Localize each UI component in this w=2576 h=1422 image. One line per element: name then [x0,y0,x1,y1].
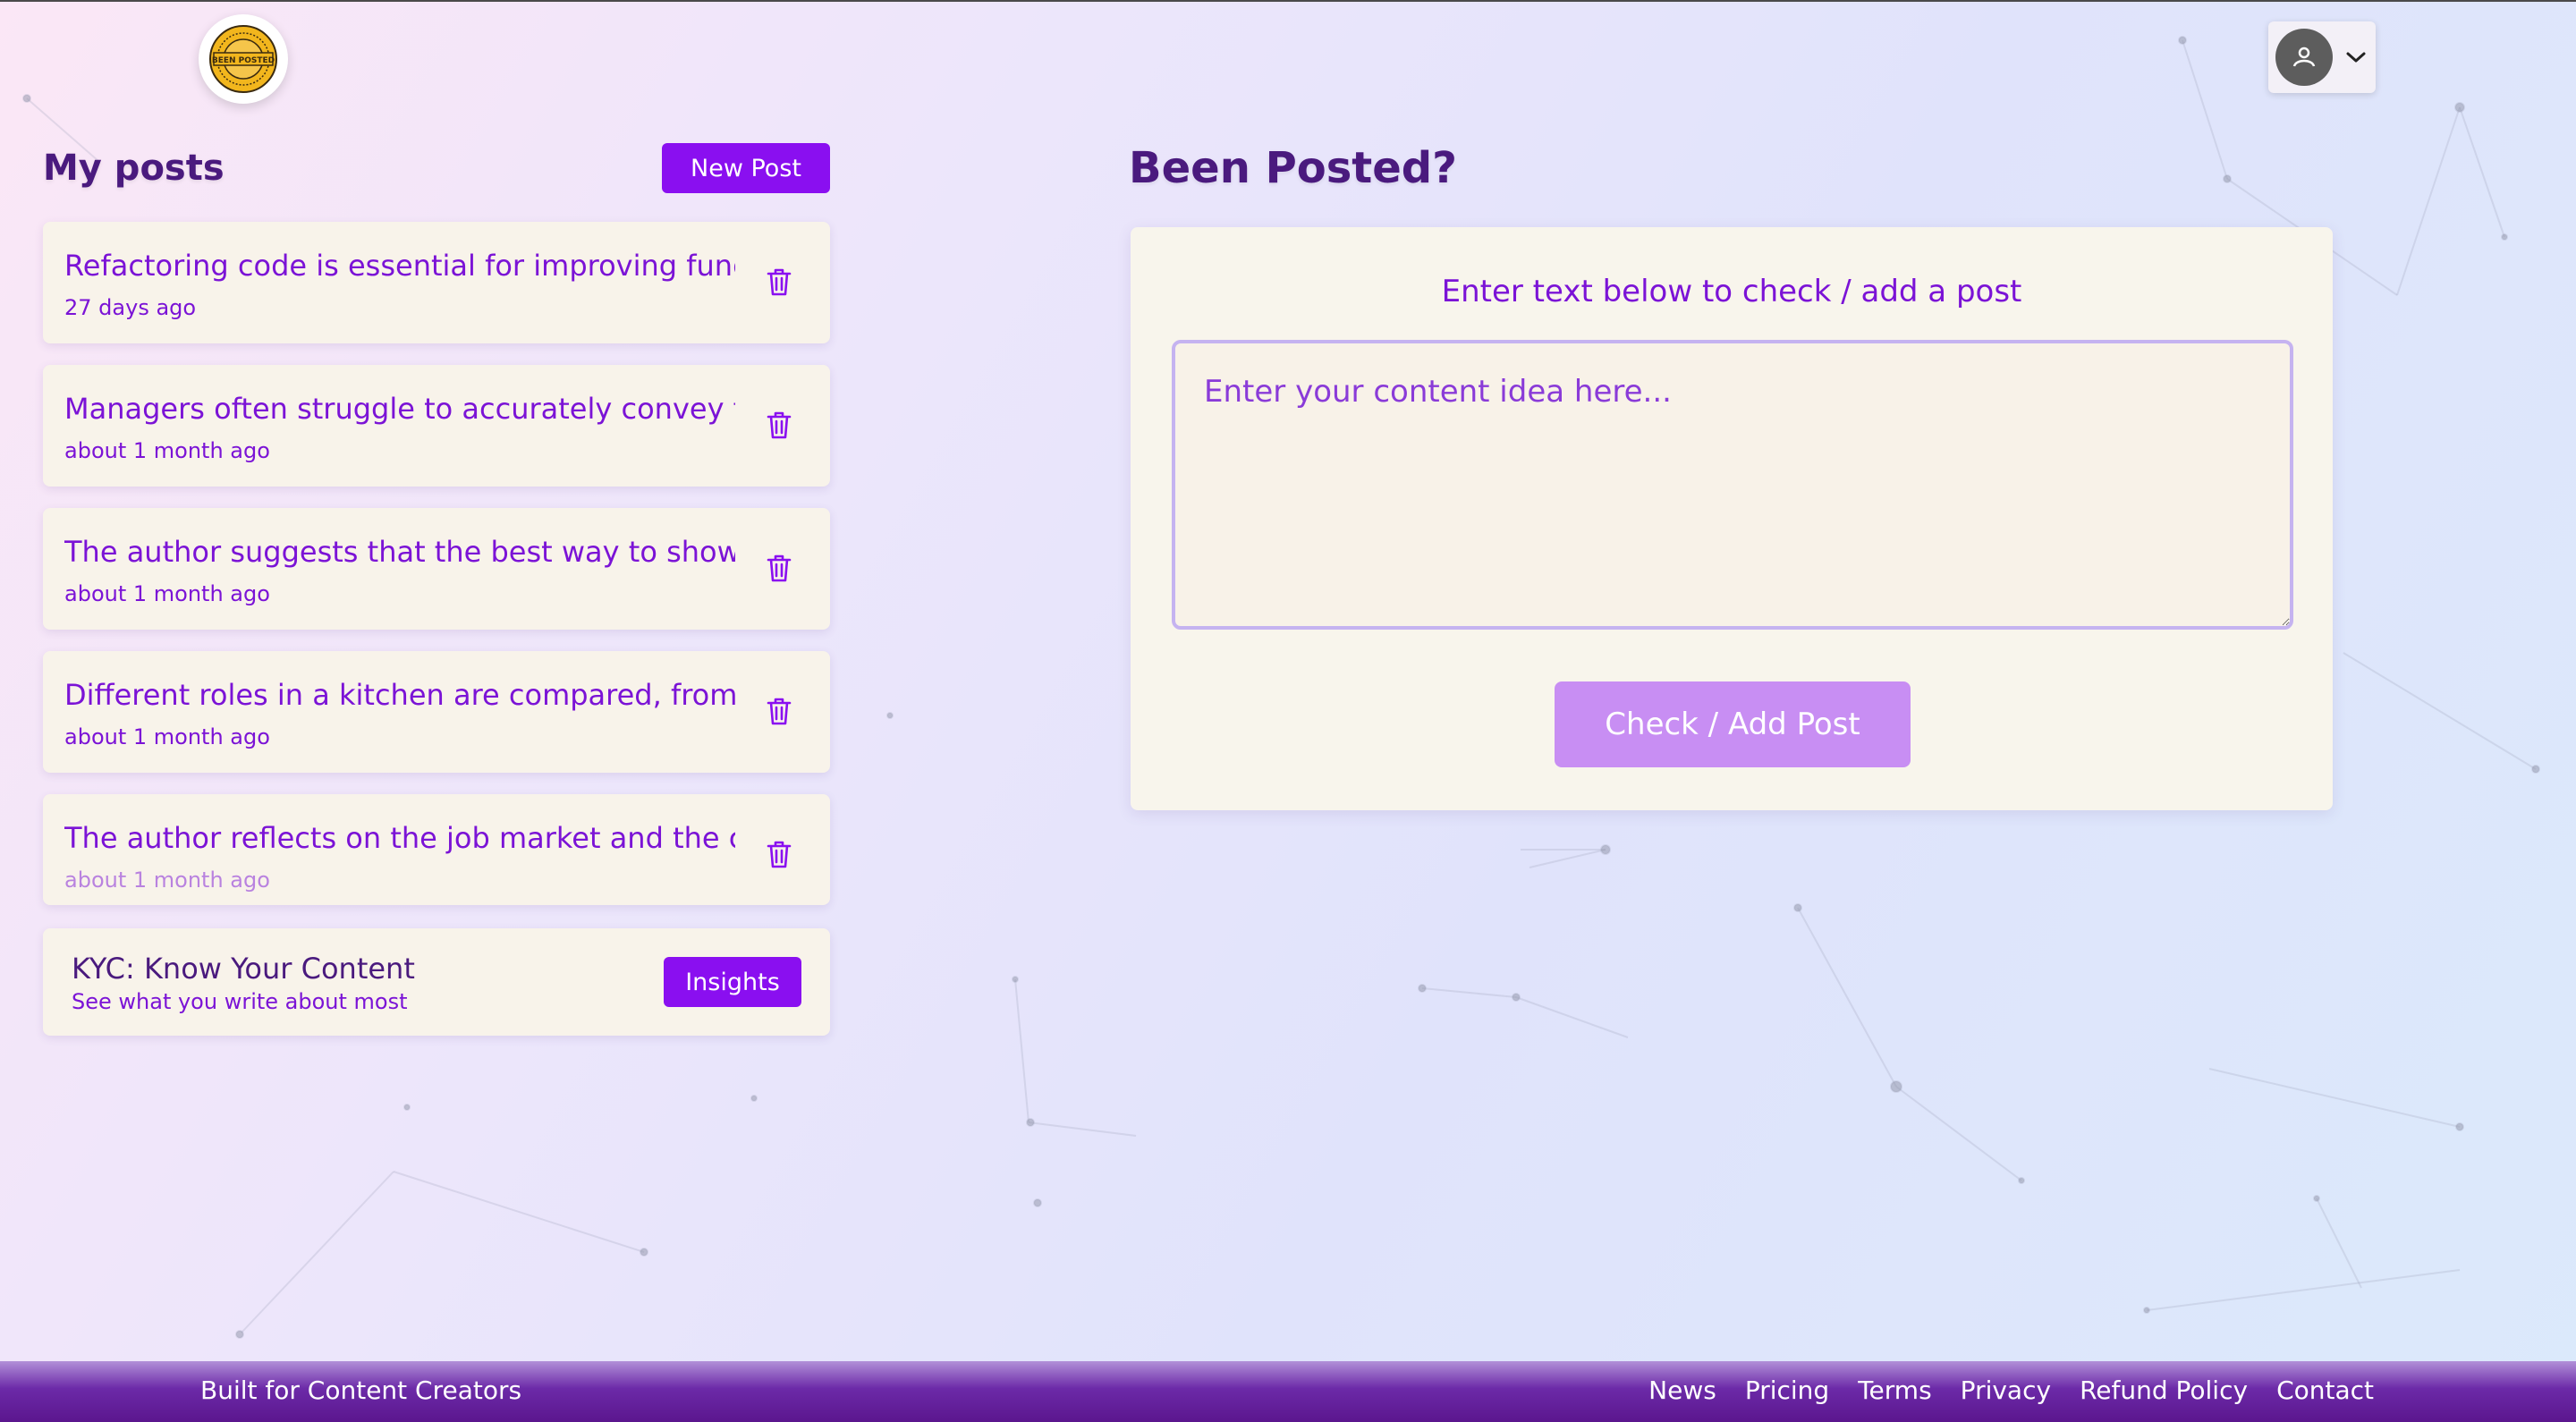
kyc-card: KYC: Know Your Content See what you writ… [43,928,830,1036]
post-item[interactable]: Different roles in a kitchen are compare… [43,651,830,773]
footer-link-news[interactable]: News [1648,1375,1716,1405]
footer-links: News Pricing Terms Privacy Refund Policy… [1648,1375,2374,1405]
logo-text: BEEN POSTED [212,56,275,65]
footer: Built for Content Creators News Pricing … [0,1361,2576,1422]
post-title[interactable]: Different roles in a kitchen are compare… [64,678,735,712]
post-time: about 1 month ago [64,724,270,749]
insights-button[interactable]: Insights [664,957,801,1007]
post-title[interactable]: The author reflects on the job market an… [64,821,735,855]
check-post-card: Enter text below to check / add a post C… [1131,227,2333,810]
footer-tagline: Built for Content Creators [200,1375,522,1405]
been-posted-seal-icon: BEEN POSTED [209,25,277,93]
post-time: about 1 month ago [64,868,270,893]
trash-icon[interactable] [766,410,792,440]
post-time: 27 days ago [64,295,197,320]
post-item[interactable]: Refactoring code is essential for improv… [43,222,830,343]
footer-link-terms[interactable]: Terms [1858,1375,1931,1405]
avatar[interactable] [2275,29,2333,86]
post-title[interactable]: Managers often struggle to accurately co… [64,392,735,426]
post-item[interactable]: The author suggests that the best way to… [43,508,830,630]
post-time: about 1 month ago [64,438,270,463]
new-post-button[interactable]: New Post [662,143,830,193]
trash-icon[interactable] [766,267,792,297]
my-posts-title: My posts [43,148,225,189]
chevron-down-icon [2346,52,2366,63]
user-menu[interactable] [2268,21,2376,93]
post-title[interactable]: Refactoring code is essential for improv… [64,249,735,283]
post-item[interactable]: The author reflects on the job market an… [43,794,830,905]
trash-icon[interactable] [766,553,792,583]
content-idea-input[interactable] [1172,340,2293,630]
post-title[interactable]: The author suggests that the best way to… [64,535,735,569]
check-prompt: Enter text below to check / add a post [1441,274,2022,309]
footer-link-privacy[interactable]: Privacy [1961,1375,2051,1405]
post-time: about 1 month ago [64,581,270,606]
post-list: Refactoring code is essential for improv… [43,222,830,905]
check-add-post-button[interactable]: Check / Add Post [1555,681,1911,767]
footer-link-pricing[interactable]: Pricing [1745,1375,1829,1405]
post-item[interactable]: Managers often struggle to accurately co… [43,365,830,487]
my-posts-header: My posts New Post [43,141,830,195]
brand-logo[interactable]: BEEN POSTED [199,14,288,104]
user-icon [2292,47,2316,67]
footer-link-refund-policy[interactable]: Refund Policy [2080,1375,2248,1405]
my-posts-panel: My posts New Post Refactoring code is es… [43,141,830,1036]
page-title: Been Posted? [1129,143,1458,193]
trash-icon[interactable] [766,696,792,726]
trash-icon[interactable] [766,839,792,869]
footer-link-contact[interactable]: Contact [2276,1375,2374,1405]
